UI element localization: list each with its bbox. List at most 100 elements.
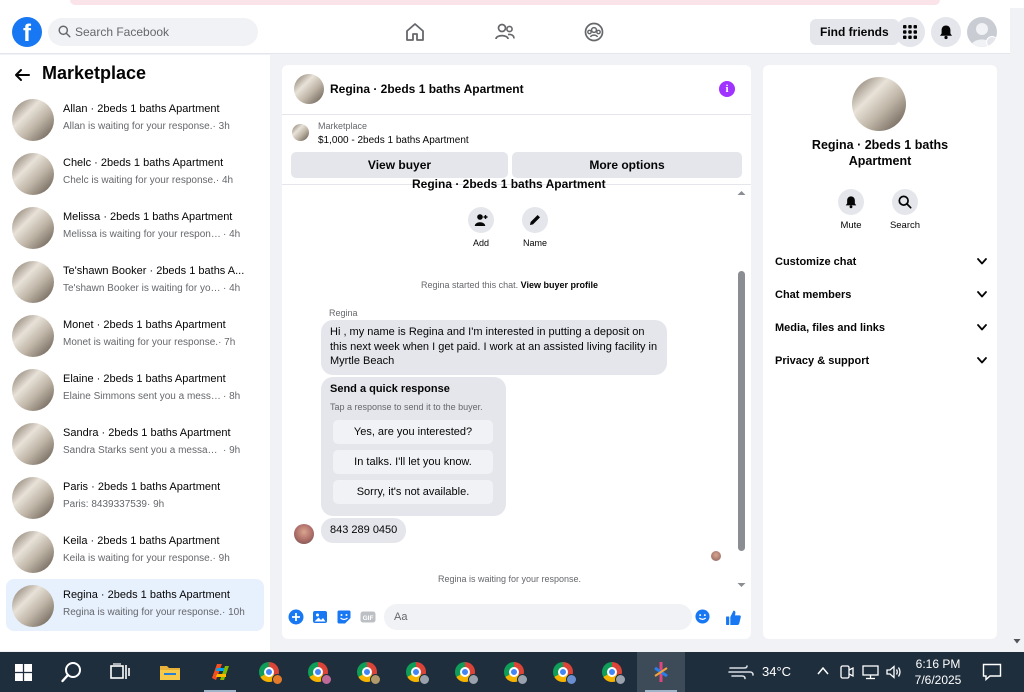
conversation-item[interactable]: Elaine · 2beds 1 baths Apartment Elaine S… (6, 363, 264, 415)
notification-center-icon[interactable] (982, 663, 1002, 681)
quick-reply-in-talks[interactable]: In talks. I'll let you know. (333, 450, 493, 474)
details-avatar[interactable] (852, 77, 906, 131)
chrome-profile-8-button[interactable] (588, 652, 636, 692)
copilot-button[interactable] (196, 652, 244, 692)
chrome-profile-2-button[interactable] (294, 652, 342, 692)
gif-icon[interactable]: GIF (360, 609, 376, 625)
photo-icon[interactable] (312, 609, 328, 625)
conversation-preview: Elaine Simmons sent you a message a...· … (63, 391, 258, 402)
search-chat-button[interactable] (892, 189, 918, 215)
info-icon[interactable]: i (719, 81, 735, 97)
conversation-item[interactable]: Regina · 2beds 1 baths Apartment Regina i… (6, 579, 264, 631)
message-input-box (384, 604, 692, 630)
chat-scrollbar[interactable] (737, 189, 746, 591)
chrome-profile-4-button[interactable] (392, 652, 440, 692)
search-action[interactable]: Search (885, 189, 925, 231)
waiting-notice: Regina is waiting for your response. (437, 574, 582, 584)
notifications-button[interactable] (931, 17, 961, 47)
chat-scroll-thumb[interactable] (738, 271, 745, 551)
add-action[interactable]: Add (461, 207, 501, 248)
mute-label: Mute (840, 220, 862, 231)
sticker-icon[interactable] (336, 609, 352, 625)
quick-reply-not-available[interactable]: Sorry, it's not available. (333, 480, 493, 504)
facebook-logo[interactable]: f (12, 17, 42, 47)
network-icon[interactable] (862, 664, 880, 680)
chevron-up-icon[interactable] (817, 666, 829, 676)
search-input[interactable] (75, 18, 250, 46)
conversation-item[interactable]: Monet · 2beds 1 baths Apartment Monet is … (6, 309, 264, 361)
view-buyer-button[interactable]: View buyer (291, 152, 508, 178)
page-scroll-down-icon[interactable] (1013, 638, 1021, 645)
conversation-preview-text: Regina is waiting for your response. (63, 607, 222, 618)
task-view-button[interactable] (96, 652, 144, 692)
friends-icon[interactable] (493, 20, 517, 44)
conversation-preview: Sandra Starks sent you a message ab...· … (63, 445, 258, 456)
conversation-preview-text: Keila is waiting for your response. (63, 553, 213, 564)
search-label: Search (889, 220, 921, 231)
chrome-profile-5-button[interactable] (441, 652, 489, 692)
conversation-item[interactable]: Allan · 2beds 1 baths Apartment Allan is … (6, 93, 264, 145)
taskbar-search-button[interactable] (48, 652, 96, 692)
details-section-row[interactable]: Media, files and links (775, 319, 987, 339)
grid-menu-icon (903, 25, 917, 39)
details-section-row[interactable]: Chat members (775, 286, 987, 306)
volume-icon[interactable] (885, 664, 903, 680)
listing-thumbnail (12, 153, 54, 195)
message-bubble[interactable]: Hi , my name is Regina and I'm intereste… (321, 320, 667, 375)
view-buyer-profile-link[interactable]: View buyer profile (521, 280, 598, 290)
mute-button[interactable] (838, 189, 864, 215)
name-action[interactable]: Name (515, 207, 555, 248)
chat-header-title[interactable]: Regina · 2beds 1 baths Apartment (330, 82, 524, 96)
meet-now-icon[interactable] (838, 664, 854, 680)
conversation-item[interactable]: Sandra · 2beds 1 baths Apartment Sandra S… (6, 417, 264, 469)
chrome-profile-6-button[interactable] (490, 652, 538, 692)
conversation-item[interactable]: Melissa · 2beds 1 baths Apartment Melissa… (6, 201, 264, 253)
home-icon[interactable] (403, 20, 427, 44)
scroll-up-icon[interactable] (737, 189, 746, 197)
sender-avatar[interactable] (294, 524, 314, 544)
scroll-down-icon[interactable] (737, 581, 746, 589)
add-button[interactable] (468, 207, 494, 233)
chrome-icon (357, 662, 381, 685)
listing-thumbnail (12, 99, 54, 141)
more-options-button[interactable]: More options (512, 152, 742, 178)
conversation-item[interactable]: Paris · 2beds 1 baths Apartment Paris: 84… (6, 471, 264, 523)
listing-price-title[interactable]: $1,000 - 2beds 1 baths Apartment (318, 135, 469, 146)
conversation-item[interactable]: Te'shawn Booker · 2beds 1 baths A... Te's… (6, 255, 264, 307)
name-button[interactable] (522, 207, 548, 233)
chrome-profile-3-button[interactable] (343, 652, 391, 692)
details-section-row[interactable]: Privacy & support (775, 352, 987, 372)
search-icon (898, 195, 912, 209)
taskbar-temperature[interactable]: 34°C (762, 664, 791, 679)
windows-taskbar: 34°C 6:16 PM 7/6/2025 (0, 652, 1024, 692)
chat-header-thumbnail[interactable] (294, 74, 324, 104)
message-composer: GIF (282, 602, 751, 634)
groups-icon[interactable] (582, 20, 606, 44)
find-friends-button[interactable]: Find friends (810, 19, 899, 45)
back-arrow-icon[interactable] (14, 67, 30, 83)
conversation-item[interactable]: Chelc · 2beds 1 baths Apartment Chelc is … (6, 147, 264, 199)
chrome-icon (602, 662, 626, 685)
menu-button[interactable] (895, 17, 925, 47)
quick-reply-yes[interactable]: Yes, are you interested? (333, 420, 493, 444)
file-explorer-button[interactable] (146, 652, 194, 692)
mute-action[interactable]: Mute (831, 189, 871, 231)
page-scrollbar[interactable] (1010, 8, 1024, 652)
message-input[interactable] (394, 604, 674, 630)
conversation-preview: Monet is waiting for your response.· 7h (63, 337, 258, 348)
chrome-profile-1-button[interactable] (245, 652, 293, 692)
thumbs-up-icon[interactable] (725, 609, 742, 626)
chrome-profile-7-button[interactable] (539, 652, 587, 692)
details-section-row[interactable]: Customize chat (775, 253, 987, 273)
wind-weather-icon[interactable] (728, 664, 754, 680)
plus-circle-icon[interactable] (288, 609, 304, 625)
start-button[interactable] (0, 652, 48, 692)
taskbar-clock[interactable]: 6:16 PM 7/6/2025 (906, 656, 970, 688)
conversation-title: Sandra · 2beds 1 baths Apartment (63, 427, 231, 439)
emoji-icon[interactable] (695, 609, 710, 624)
phone-message-bubble[interactable]: 843 289 0450 (321, 518, 407, 543)
profile-avatar[interactable] (967, 17, 997, 47)
active-app-button[interactable] (637, 652, 685, 692)
listing-thumbnail[interactable] (292, 124, 309, 141)
conversation-item[interactable]: Keila · 2beds 1 baths Apartment Keila is … (6, 525, 264, 577)
